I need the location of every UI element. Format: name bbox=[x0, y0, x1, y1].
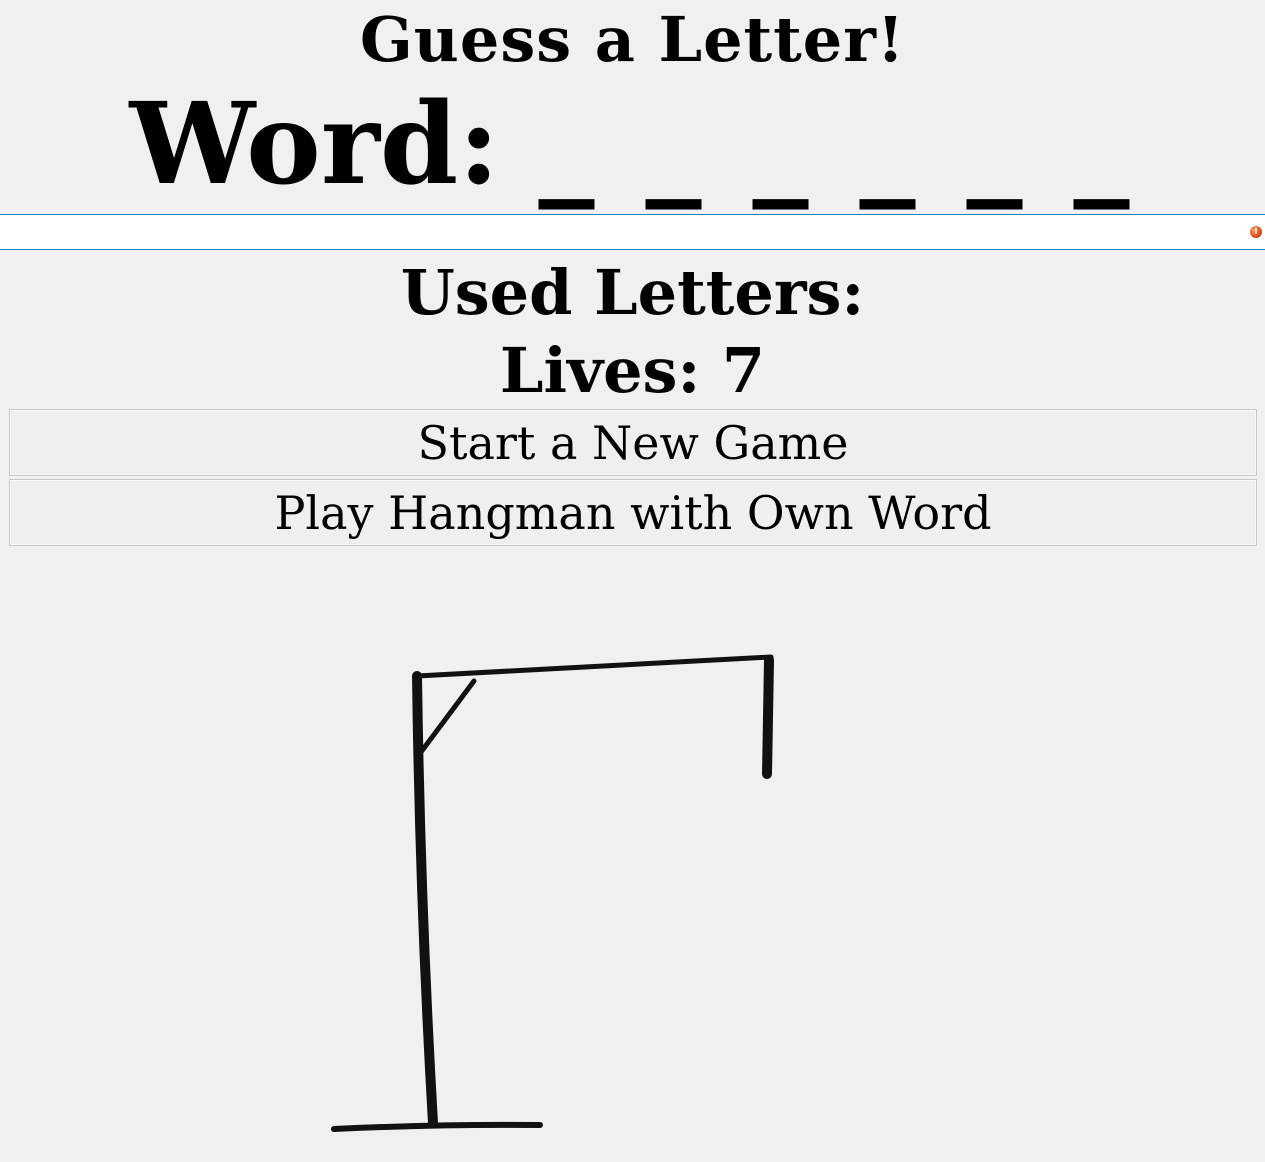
gallows-post bbox=[412, 671, 438, 1128]
start-new-game-button[interactable]: Start a New Game bbox=[9, 409, 1257, 476]
guess-letter-input[interactable] bbox=[0, 215, 1240, 249]
word-blanks: _ _ _ _ _ _ bbox=[538, 79, 1136, 210]
hangman-page: Guess a Letter! Word: _ _ _ _ _ _ ! Used… bbox=[0, 0, 1265, 1162]
gallows-base bbox=[331, 1121, 543, 1132]
lives-counter: Lives: 7 bbox=[499, 334, 766, 407]
page-title: Guess a Letter! bbox=[359, 3, 906, 76]
word-display: Word: _ _ _ _ _ _ bbox=[0, 80, 1265, 210]
gallows-brace bbox=[418, 678, 477, 755]
warning-icon: ! bbox=[1250, 226, 1262, 238]
word-label: Word: bbox=[129, 79, 500, 210]
guess-input-container: ! bbox=[0, 214, 1265, 250]
own-word-button[interactable]: Play Hangman with Own Word bbox=[9, 479, 1257, 546]
gallows-rope bbox=[762, 655, 774, 779]
gallows-beam bbox=[414, 654, 774, 679]
used-letters-label: Used Letters: bbox=[400, 256, 865, 329]
